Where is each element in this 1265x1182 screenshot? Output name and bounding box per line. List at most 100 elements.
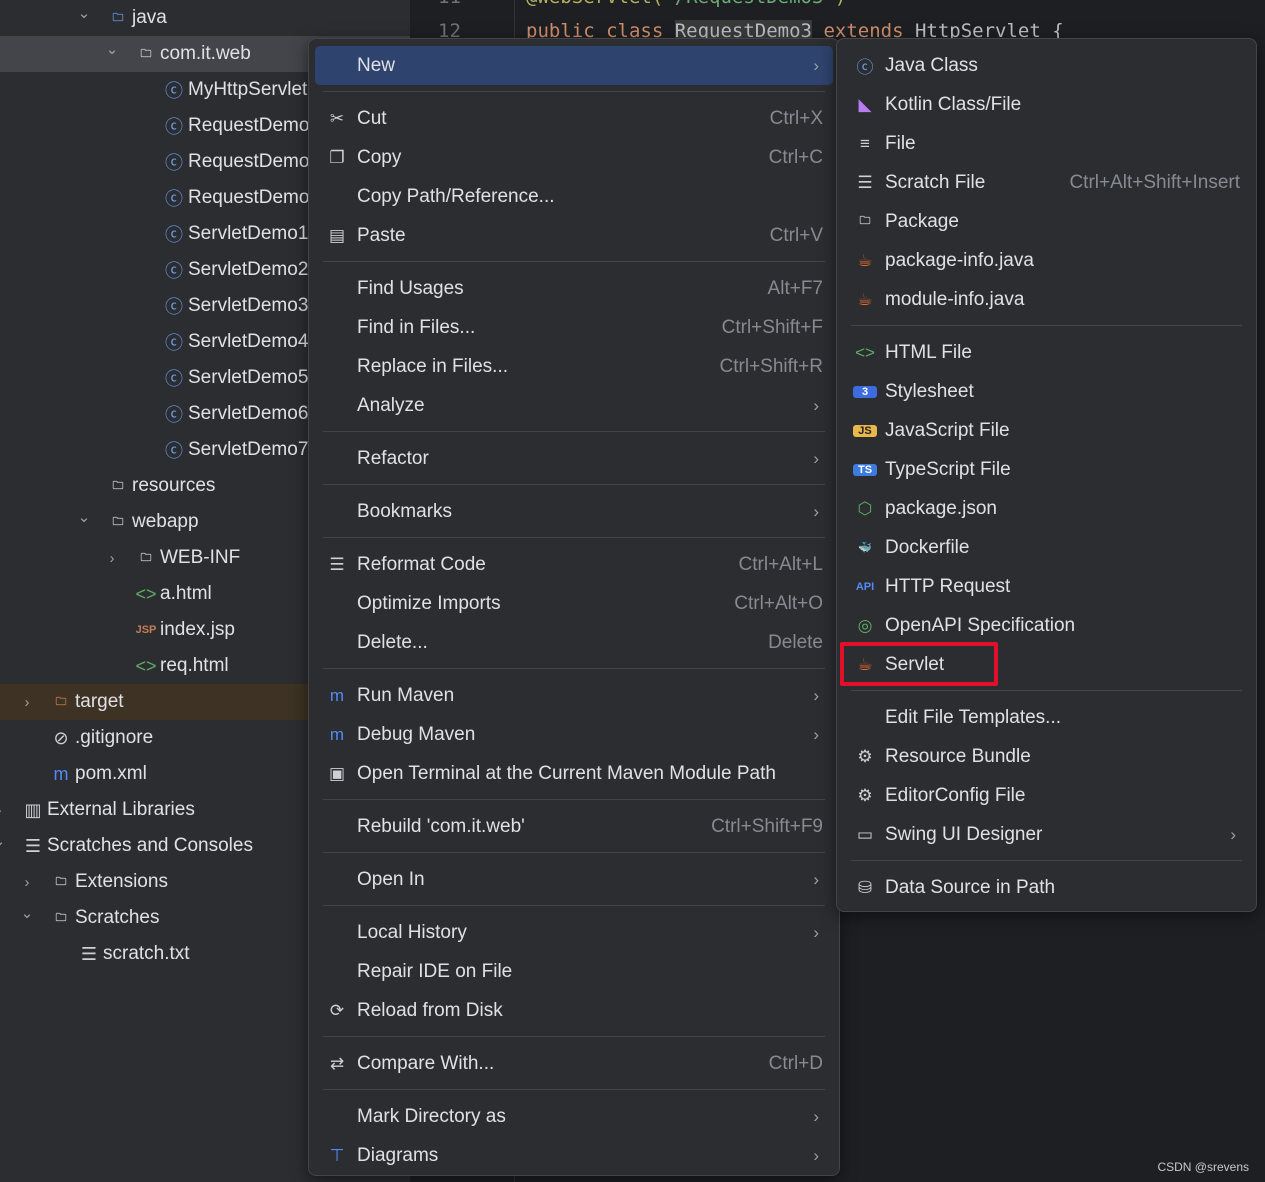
menu-item-debug-maven[interactable]: m Debug Maven › — [315, 715, 833, 754]
chevron-down-icon[interactable]: ⌄ — [77, 4, 91, 22]
java-info-icon: ☕ — [857, 289, 873, 309]
menu-item-shortcut: Ctrl+Shift+F9 — [711, 815, 823, 837]
menu-item-html-file[interactable]: <> HTML File — [843, 333, 1250, 372]
menu-item-open-terminal-at-the-current-maven-module-path[interactable]: ▣ Open Terminal at the Current Maven Modu… — [315, 754, 833, 793]
menu-item-find-usages[interactable]: Find Usages Alt+F7 — [315, 269, 833, 308]
kotlin-icon: ◣ — [858, 94, 872, 114]
menu-item-http-request[interactable]: API HTTP Request — [843, 567, 1250, 606]
menu-item-copy-path-reference[interactable]: Copy Path/Reference... — [315, 177, 833, 216]
menu-item-repair-ide-on-file[interactable]: Repair IDE on File — [315, 952, 833, 991]
compare-icon: ⇄ — [329, 1053, 345, 1073]
tree-item-label: ServletDemo2 — [188, 259, 309, 280]
chevron-down-icon[interactable]: ⌄ — [0, 832, 6, 850]
menu-item-package-info-java[interactable]: ☕ package-info.java — [843, 241, 1250, 280]
menu-item-cut[interactable]: ✂ Cut Ctrl+X — [315, 99, 833, 138]
java-class-icon: ⓒ — [165, 225, 183, 245]
menu-item-delete[interactable]: Delete... Delete — [315, 623, 833, 662]
menu-item-swing-ui-designer[interactable]: ▭ Swing UI Designer › — [843, 815, 1250, 854]
api-icon: API — [855, 580, 875, 593]
menu-item-file[interactable]: ≡ File — [843, 124, 1250, 163]
menu-item-run-maven[interactable]: m Run Maven › — [315, 676, 833, 715]
tree-item-label: com.it.web — [160, 43, 251, 64]
diagram-icon: ⊤ — [329, 1145, 345, 1165]
tree-item-label: ServletDemo7 — [188, 439, 309, 460]
menu-item-bookmarks[interactable]: Bookmarks › — [315, 492, 833, 531]
menu-item-refactor[interactable]: Refactor › — [315, 439, 833, 478]
menu-item-diagrams[interactable]: ⊤ Diagrams › — [315, 1136, 833, 1175]
chevron-down-icon[interactable]: ⌄ — [77, 508, 91, 526]
gear-icon: ⚙ — [857, 746, 873, 766]
menu-item-open-in[interactable]: Open In › — [315, 860, 833, 899]
tree-item-label: pom.xml — [75, 763, 147, 784]
menu-item-label: package.json — [885, 497, 997, 519]
folder-resources-icon: 🗀 — [112, 479, 124, 492]
chevron-right-icon: › — [813, 55, 819, 75]
reload-icon: ⟳ — [329, 1000, 345, 1020]
tree-item-label: ServletDemo1 — [188, 223, 309, 244]
menu-separator — [315, 662, 833, 676]
menu-item-edit-file-templates[interactable]: Edit File Templates... — [843, 698, 1250, 737]
menu-item-openapi-specification[interactable]: ◎ OpenAPI Specification — [843, 606, 1250, 645]
menu-item-javascript-file[interactable]: JS JavaScript File — [843, 411, 1250, 450]
menu-item-compare-with[interactable]: ⇄ Compare With... Ctrl+D — [315, 1044, 833, 1083]
chevron-right-icon[interactable]: › — [20, 874, 34, 891]
menu-item-copy[interactable]: ❐ Copy Ctrl+C — [315, 138, 833, 177]
menu-item-label: Open In — [357, 868, 425, 890]
chevron-down-icon[interactable]: ⌄ — [105, 40, 119, 58]
menu-item-label: Delete... — [357, 631, 428, 653]
menu-item-shortcut: Alt+F7 — [767, 277, 823, 299]
tree-item[interactable]: ⌄ 🗀 java — [0, 0, 410, 36]
menu-item-label: Kotlin Class/File — [885, 93, 1022, 115]
menu-item-analyze[interactable]: Analyze › — [315, 386, 833, 425]
tree-item-label: RequestDemo2 — [188, 151, 321, 172]
menu-item-label: Copy Path/Reference... — [357, 185, 555, 207]
maven-run-icon: m — [329, 685, 345, 705]
chevron-right-icon[interactable]: › — [105, 550, 119, 567]
tree-item-label: .gitignore — [75, 727, 154, 748]
menu-item-reload-from-disk[interactable]: ⟳ Reload from Disk — [315, 991, 833, 1030]
tree-item-label: req.html — [160, 655, 229, 676]
annotation: @WebServlet( — [526, 0, 663, 8]
reformat-icon: ☰ — [329, 554, 345, 574]
scissors-icon: ✂ — [329, 108, 345, 128]
menu-item-package-json[interactable]: ⬡ package.json — [843, 489, 1250, 528]
menu-item-replace-in-files[interactable]: Replace in Files... Ctrl+Shift+R — [315, 347, 833, 386]
menu-separator — [315, 1083, 833, 1097]
menu-item-scratch-file[interactable]: ☰ Scratch File Ctrl+Alt+Shift+Insert — [843, 163, 1250, 202]
menu-item-typescript-file[interactable]: TS TypeScript File — [843, 450, 1250, 489]
menu-item-label: Optimize Imports — [357, 592, 501, 614]
tree-item-label: ServletDemo4 — [188, 331, 309, 352]
context-menu: New › ✂ Cut Ctrl+X ❐ Copy Ctrl+C Copy Path/Refer… — [308, 38, 840, 1176]
jsp-icon: JSP — [135, 624, 157, 636]
tree-item-label: ServletDemo5 — [188, 367, 309, 388]
menu-item-shortcut: Ctrl+Shift+R — [719, 355, 823, 377]
menu-item-shortcut: Ctrl+C — [768, 146, 823, 168]
css-icon: 3 — [853, 385, 877, 398]
menu-item-java-class[interactable]: ⓒ Java Class — [843, 46, 1250, 85]
menu-item-paste[interactable]: ▤ Paste Ctrl+V — [315, 216, 833, 255]
menu-item-label: Rebuild 'com.it.web' — [357, 815, 525, 837]
menu-item-stylesheet[interactable]: 3 Stylesheet — [843, 372, 1250, 411]
menu-item-data-source-in-path[interactable]: ⛁ Data Source in Path — [843, 868, 1250, 907]
menu-item-reformat-code[interactable]: ☰ Reformat Code Ctrl+Alt+L — [315, 545, 833, 584]
chevron-right-icon[interactable]: › — [0, 802, 6, 819]
menu-item-editorconfig-file[interactable]: ⚙ EditorConfig File — [843, 776, 1250, 815]
menu-item-label: Replace in Files... — [357, 355, 509, 377]
menu-item-mark-directory-as[interactable]: Mark Directory as › — [315, 1097, 833, 1136]
menu-item-label: File — [885, 132, 916, 154]
menu-item-package[interactable]: 🗀 Package — [843, 202, 1250, 241]
menu-item-new[interactable]: New › — [315, 46, 833, 85]
chevron-down-icon[interactable]: ⌄ — [20, 904, 34, 922]
menu-item-rebuild-com-it-web[interactable]: Rebuild 'com.it.web' Ctrl+Shift+F9 — [315, 807, 833, 846]
folder-source-icon: 🗀 — [112, 11, 124, 24]
folder-icon: 🗀 — [140, 551, 152, 564]
menu-item-dockerfile[interactable]: 🐳 Dockerfile — [843, 528, 1250, 567]
menu-item-resource-bundle[interactable]: ⚙ Resource Bundle — [843, 737, 1250, 776]
menu-separator — [315, 793, 833, 807]
menu-item-local-history[interactable]: Local History › — [315, 913, 833, 952]
menu-item-optimize-imports[interactable]: Optimize Imports Ctrl+Alt+O — [315, 584, 833, 623]
chevron-right-icon[interactable]: › — [20, 694, 34, 711]
menu-item-find-in-files[interactable]: Find in Files... Ctrl+Shift+F — [315, 308, 833, 347]
menu-item-module-info-java[interactable]: ☕ module-info.java — [843, 280, 1250, 319]
menu-item-kotlin-class-file[interactable]: ◣ Kotlin Class/File — [843, 85, 1250, 124]
